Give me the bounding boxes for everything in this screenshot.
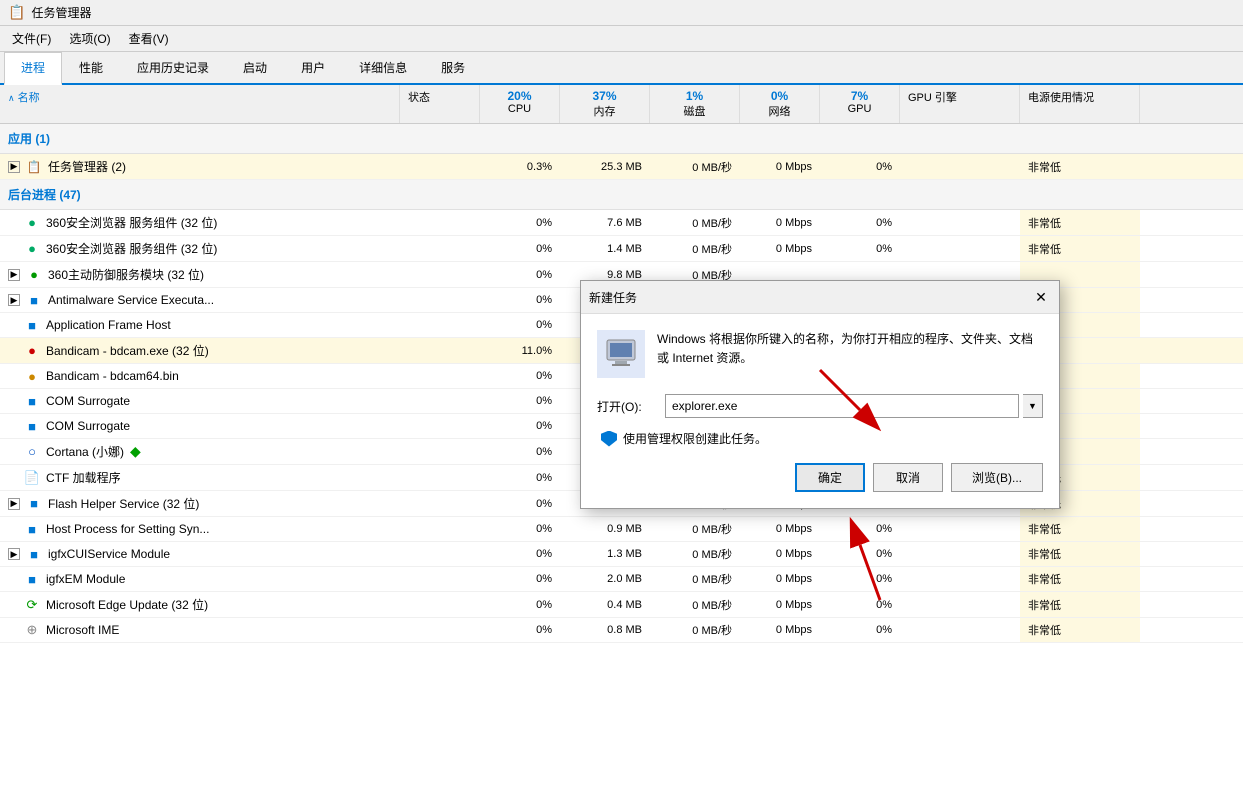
dialog-input-wrap: ▼ [665, 394, 1043, 418]
dialog-computer-icon [597, 330, 645, 378]
dialog-title: 新建任务 [589, 289, 637, 306]
dialog-open-input[interactable] [665, 394, 1019, 418]
dialog-ok-button[interactable]: 确定 [795, 463, 865, 492]
dialog-checkbox-label: 使用管理权限创建此任务。 [623, 430, 767, 447]
dialog-close-button[interactable]: ✕ [1031, 287, 1051, 307]
dialog-buttons: 确定 取消 浏览(B)... [597, 463, 1043, 492]
shield-icon [601, 431, 617, 447]
dialog-open-label: 打开(O): [597, 398, 657, 415]
dialog-checkbox-row: 使用管理权限创建此任务。 [597, 430, 1043, 447]
dialog-description: Windows 将根据你所键入的名称，为你打开相应的程序、文件夹、文档或 Int… [657, 330, 1043, 378]
dialog-overlay: 新建任务 ✕ Windows 将根据你所键入的名称，为你打开相应的程序、文件夹、… [0, 0, 1243, 790]
new-task-dialog: 新建任务 ✕ Windows 将根据你所键入的名称，为你打开相应的程序、文件夹、… [580, 280, 1060, 509]
dialog-title-bar: 新建任务 ✕ [581, 281, 1059, 314]
dialog-open-field: 打开(O): ▼ [597, 394, 1043, 418]
dialog-top-section: Windows 将根据你所键入的名称，为你打开相应的程序、文件夹、文档或 Int… [597, 330, 1043, 378]
dialog-cancel-button[interactable]: 取消 [873, 463, 943, 492]
dialog-body: Windows 将根据你所键入的名称，为你打开相应的程序、文件夹、文档或 Int… [581, 314, 1059, 508]
dialog-dropdown-button[interactable]: ▼ [1023, 394, 1043, 418]
dialog-browse-button[interactable]: 浏览(B)... [951, 463, 1043, 492]
